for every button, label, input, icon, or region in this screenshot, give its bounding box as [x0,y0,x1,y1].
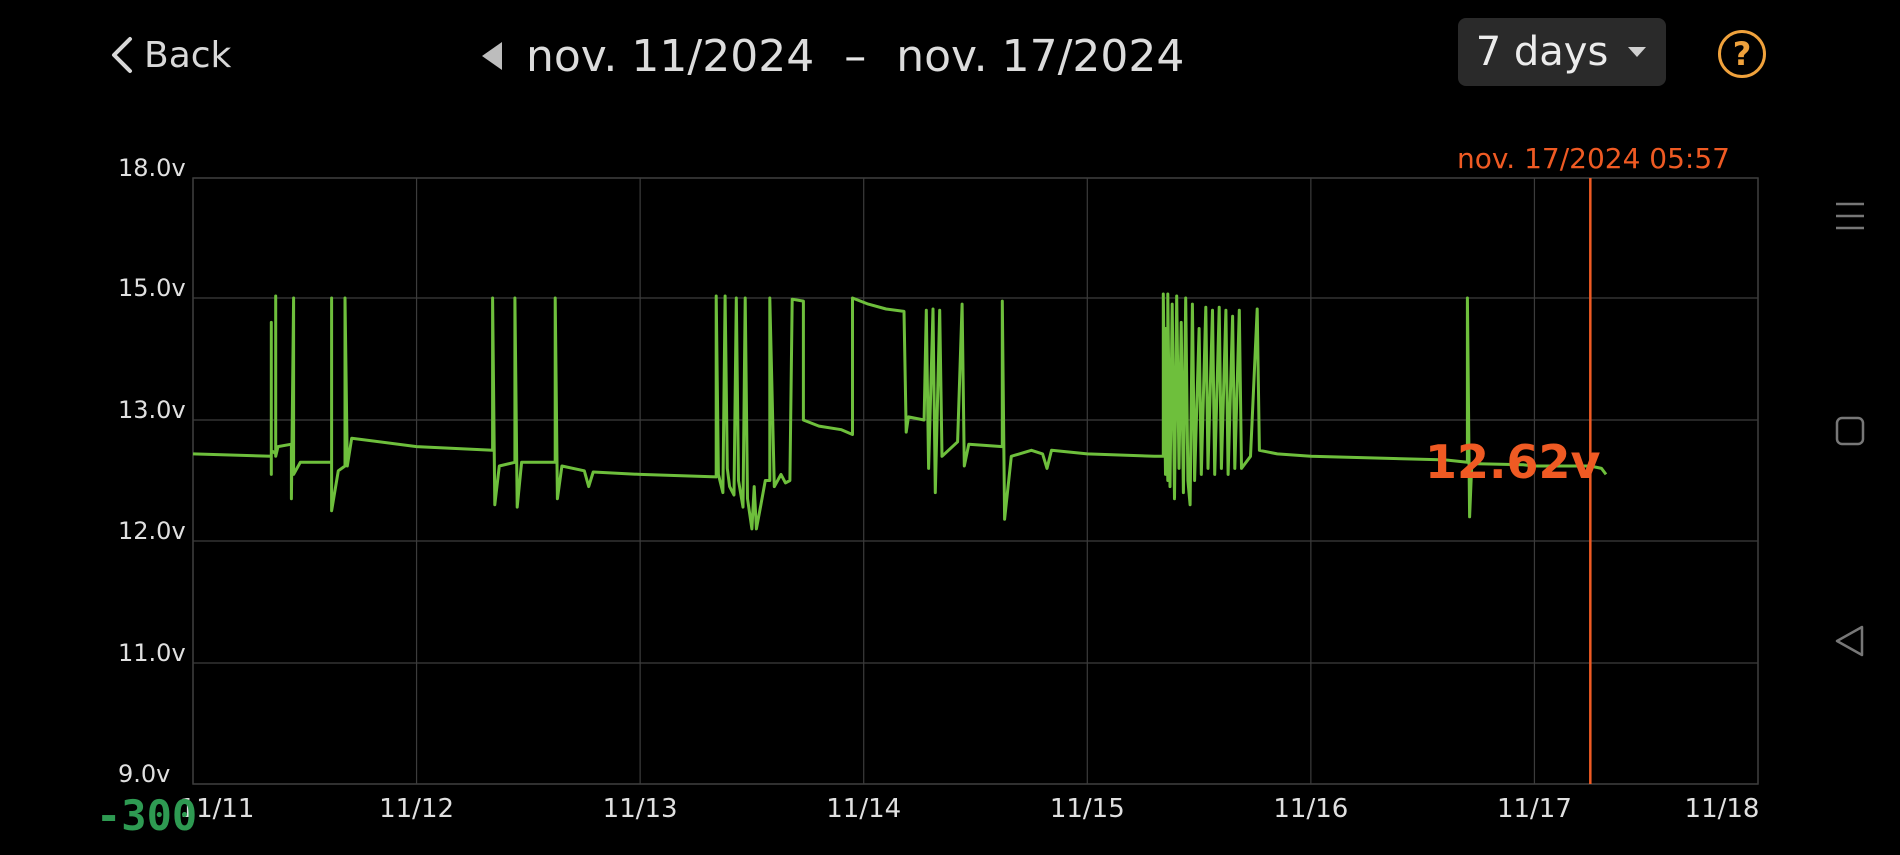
voltage-chart: 18.0v15.0v13.0v12.0v11.0v9.0v 11/11 11/12… [96,142,1760,840]
cursor-value-label: 12.62v [1425,435,1601,489]
menu-lines-icon[interactable] [1832,198,1868,234]
y-tick-label: 13.0v [118,396,186,424]
x-tick-label: 11/13 [603,794,678,824]
voltage-series-line [192,292,1608,531]
y-tick-label: 18.0v [118,154,186,182]
triangle-back-icon[interactable] [1832,623,1868,659]
y-tick-label: 12.0v [118,517,186,545]
y-tick-label: 15.0v [118,274,186,302]
x-axis-ticks: 11/11 11/12 11/13 11/14 11/15 11/16 11/17 11/18 [180,794,1760,824]
y-tick-label: 11.0v [118,639,186,667]
x-tick-label: 11/16 [1273,794,1348,824]
y-tick-label: 9.0v [118,760,170,788]
y-axis-ticks: 18.0v 15.0v 13.0v 12.0v 11.0v 9.0v [118,154,186,788]
x-tick-label: 11/18 [1685,794,1760,824]
cursor-timestamp: nov. 17/2024 05:57 [1457,142,1730,175]
square-icon[interactable] [1832,413,1868,449]
series-group [192,292,1608,531]
system-nav-bar [1820,0,1880,855]
corner-label: -300 [96,791,197,840]
x-tick-label: 11/12 [379,794,454,824]
x-tick-label: 11/15 [1050,794,1125,824]
x-tick-label: 11/14 [826,794,901,824]
x-tick-label: 11/17 [1497,794,1572,824]
